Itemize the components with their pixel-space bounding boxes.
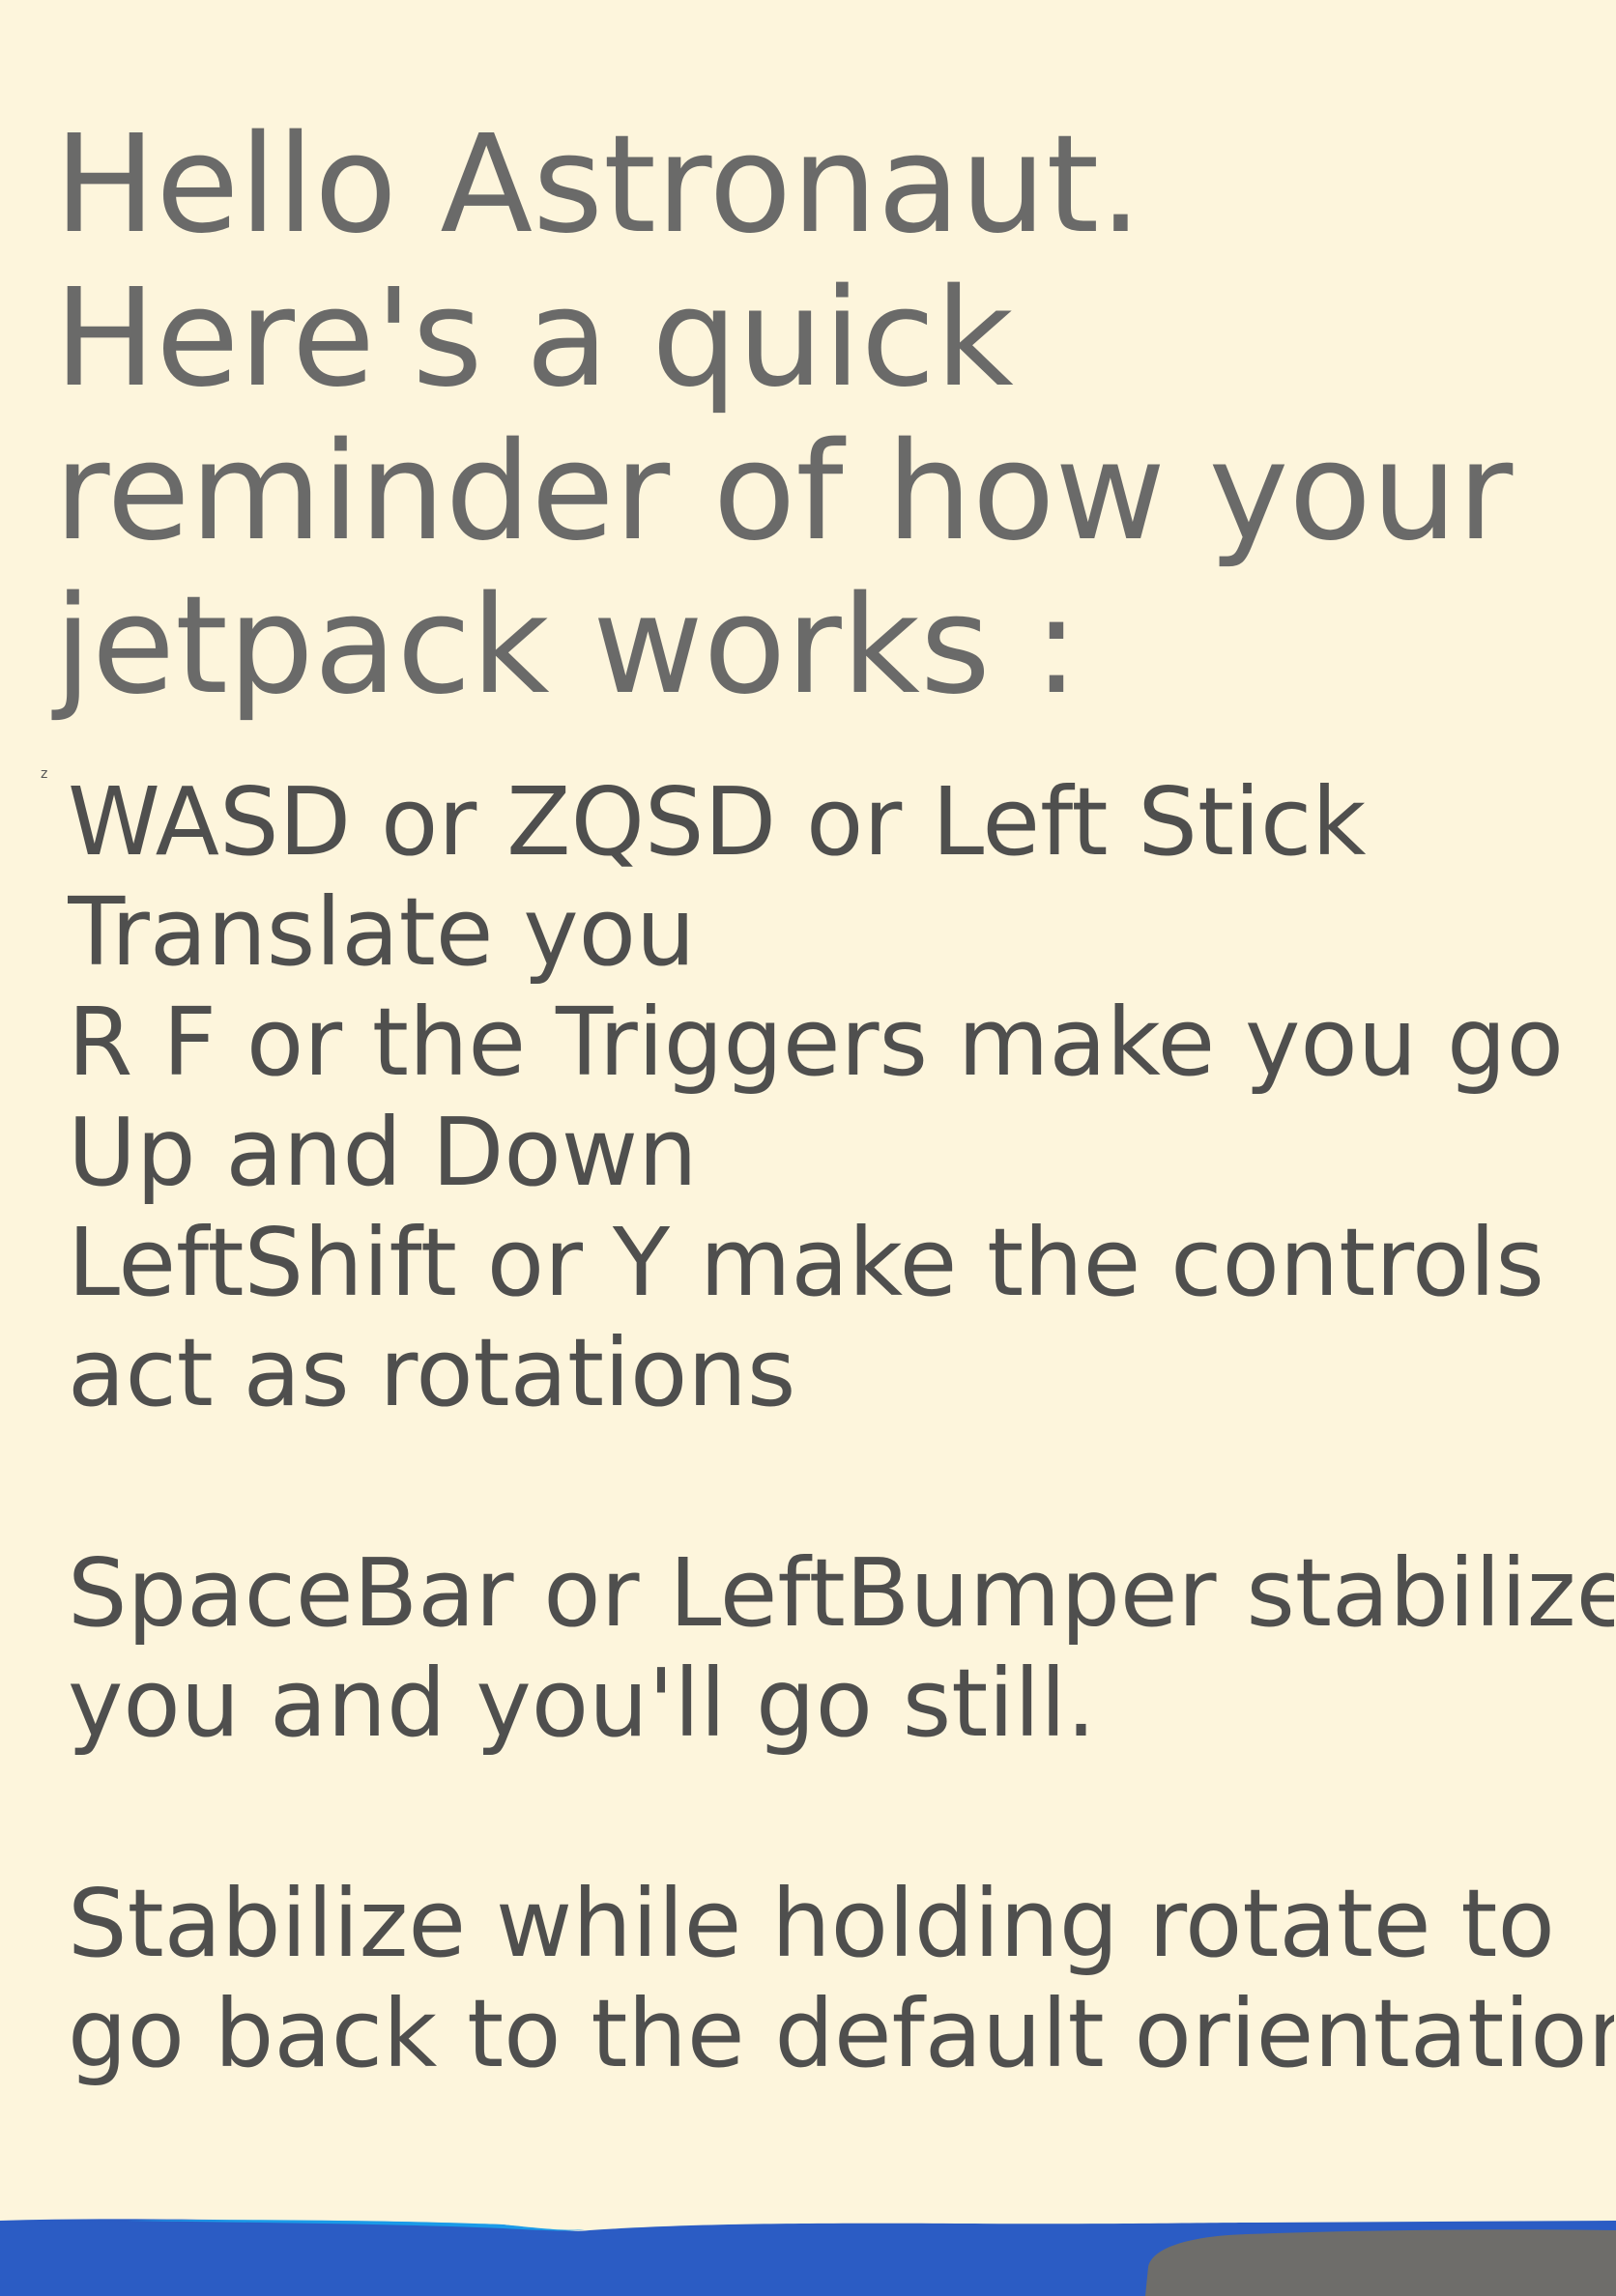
welcome-heading: Hello Astronaut. Here's a quick reminder… bbox=[54, 108, 1601, 723]
planet-horizon bbox=[0, 2219, 1616, 2296]
heading-line: Hello Astronaut. bbox=[54, 106, 1142, 264]
translate-controls-line: Translate you bbox=[68, 877, 696, 987]
reset-orientation-line: go back to the default orientation bbox=[68, 1979, 1614, 2088]
vertical-controls-line: R F or the Triggers make you go bbox=[68, 988, 1564, 1097]
controls-instructions: WASD or ZQSD or Left Stick Translate you… bbox=[68, 767, 1614, 2089]
reset-orientation-line: Stabilize while holding rotate to bbox=[68, 1869, 1555, 1978]
rotate-mode-controls-line: act as rotations bbox=[68, 1318, 796, 1427]
vertical-controls-line: Up and Down bbox=[68, 1098, 698, 1207]
heading-line: jetpack works : bbox=[54, 567, 1080, 725]
heading-line: reminder of how your bbox=[54, 414, 1514, 571]
stabilize-controls-line: you and you'll go still. bbox=[68, 1649, 1097, 1758]
stray-mark: z bbox=[41, 766, 48, 782]
translate-controls-line: WASD or ZQSD or Left Stick bbox=[68, 767, 1367, 876]
heading-line: Here's a quick bbox=[54, 260, 1014, 417]
stabilize-controls-line: SpaceBar or LeftBumper stabilize bbox=[68, 1538, 1614, 1648]
rotate-mode-controls-line: LeftShift or Y make the controls bbox=[68, 1208, 1544, 1317]
gray-rock bbox=[1145, 2229, 1616, 2296]
